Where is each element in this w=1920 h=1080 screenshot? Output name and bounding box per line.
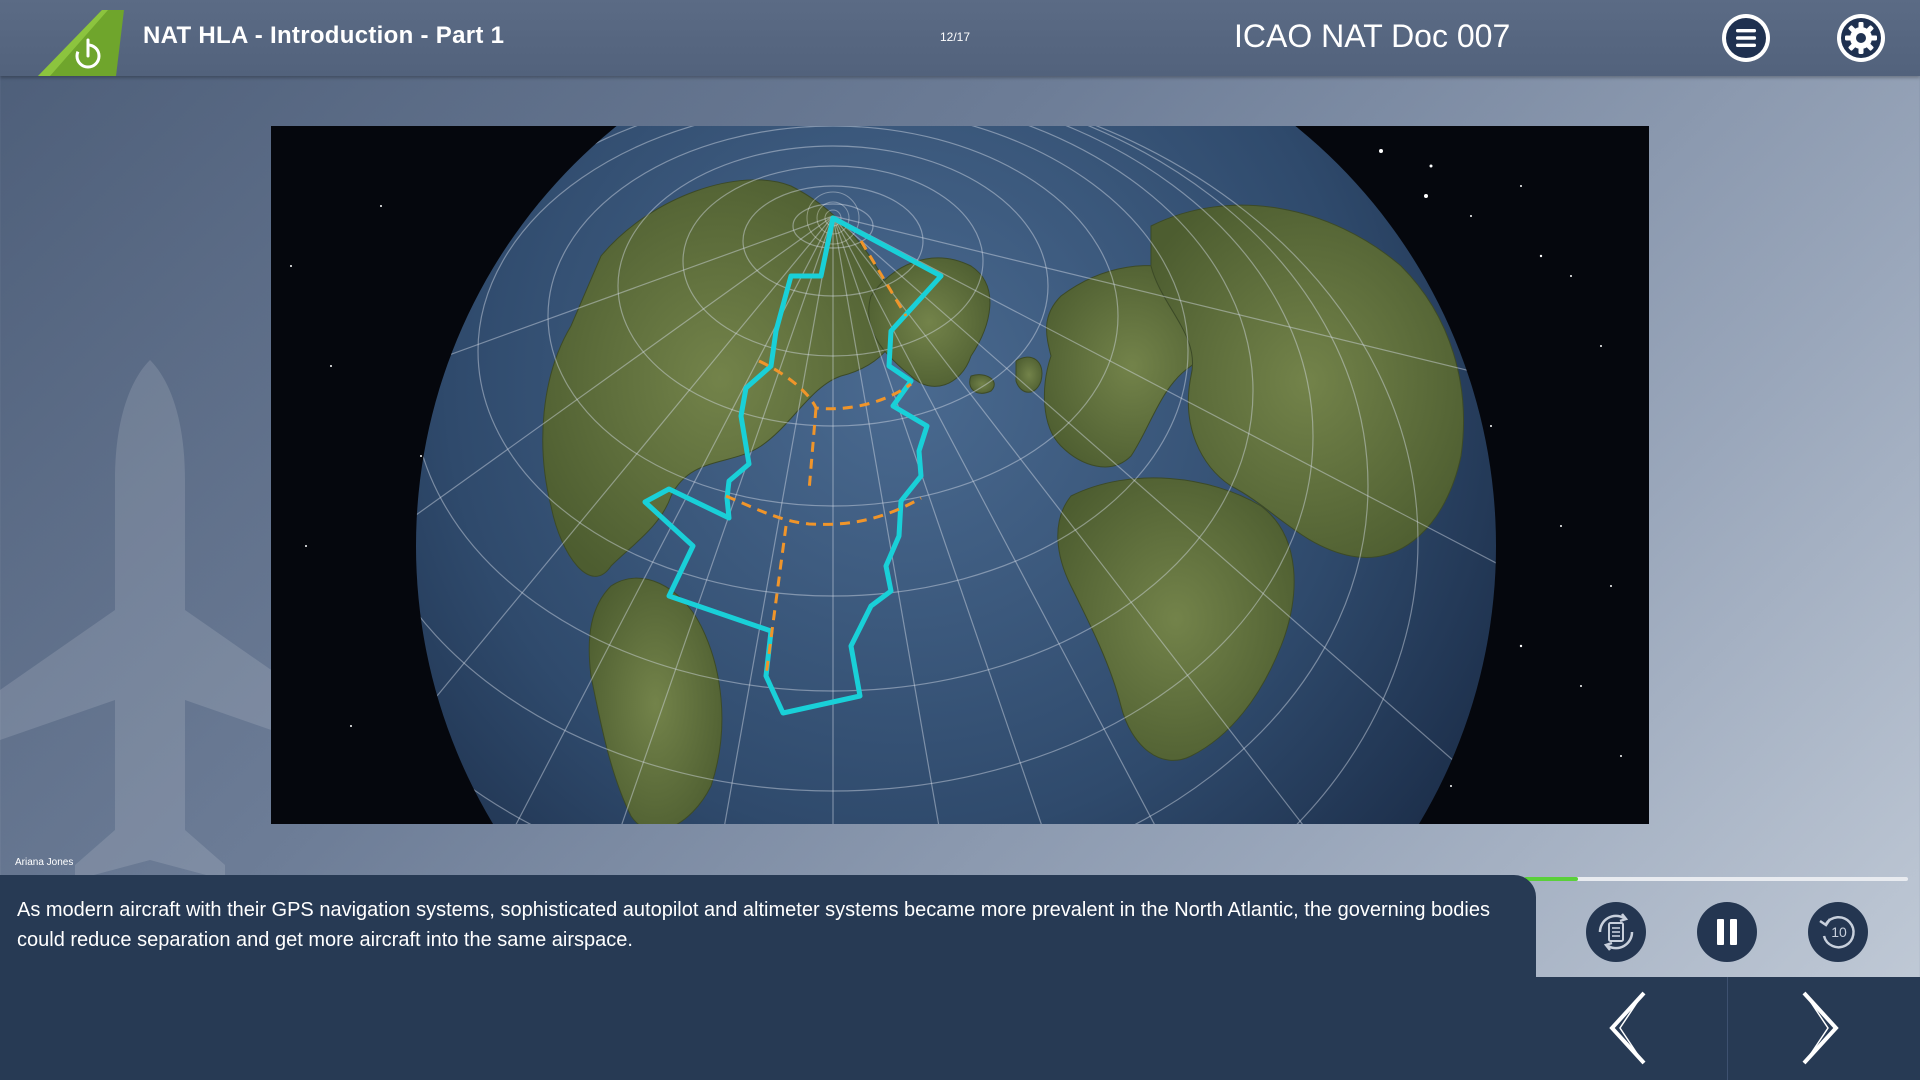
north-atlantic-globe-map bbox=[290, 126, 1622, 824]
narrator-name: Ariana Jones bbox=[15, 857, 74, 868]
pause-button[interactable] bbox=[1697, 902, 1757, 962]
slide-navigation-bar bbox=[1536, 977, 1920, 1080]
top-header-bar: NAT HLA - Introduction - Part 1 12/17 IC… bbox=[0, 0, 1920, 76]
transcript-text: As modern aircraft with their GPS naviga… bbox=[17, 899, 1490, 951]
document-refresh-icon bbox=[1587, 903, 1645, 961]
chevron-left-icon bbox=[1609, 991, 1646, 1065]
transcript-panel: As modern aircraft with their GPS naviga… bbox=[0, 875, 1536, 1080]
hamburger-menu-icon bbox=[1726, 18, 1766, 58]
audio-progress-fill bbox=[1524, 877, 1578, 881]
chevron-right-icon bbox=[1802, 991, 1839, 1065]
course-title: NAT HLA - Introduction - Part 1 bbox=[143, 22, 505, 49]
gear-icon bbox=[1841, 18, 1881, 58]
replay-10-icon: 10 bbox=[1809, 903, 1867, 961]
pause-icon bbox=[1698, 903, 1756, 961]
settings-button[interactable] bbox=[1837, 14, 1885, 62]
page-counter: 12/17 bbox=[940, 30, 971, 44]
aircraft-tail-logo-icon bbox=[38, 10, 124, 76]
replay-seconds-label: 10 bbox=[1831, 924, 1847, 940]
document-title: ICAO NAT Doc 007 bbox=[1234, 18, 1511, 54]
previous-slide-button[interactable] bbox=[1536, 977, 1726, 1080]
replay-10-seconds-button[interactable]: 10 bbox=[1808, 902, 1868, 962]
transcript-toggle-button[interactable] bbox=[1586, 902, 1646, 962]
menu-button[interactable] bbox=[1722, 14, 1770, 62]
audio-progress-bar[interactable] bbox=[1524, 877, 1908, 881]
next-slide-button[interactable] bbox=[1728, 977, 1918, 1080]
slide-globe-illustration bbox=[271, 126, 1649, 824]
